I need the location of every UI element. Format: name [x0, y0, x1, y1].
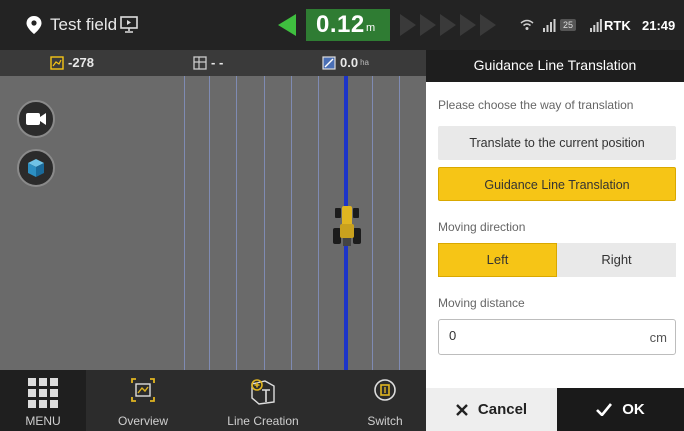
moving-distance-field[interactable]: cm — [438, 319, 676, 355]
rtk-label: RTK — [604, 18, 631, 33]
worked-area-icon — [322, 55, 336, 70]
cancel-label: Cancel — [477, 401, 528, 418]
offset-unit: m — [366, 22, 376, 34]
close-icon — [456, 403, 468, 416]
camera-icon — [26, 113, 46, 125]
satellite-signal-icon — [543, 19, 556, 32]
field-info: - - — [193, 55, 223, 70]
3d-view-button[interactable] — [17, 149, 55, 187]
cube-icon — [28, 159, 44, 177]
overview-label: Overview — [117, 414, 168, 428]
steer-right-indicator-icon — [400, 14, 500, 36]
ok-label: OK — [622, 401, 645, 418]
offset-readout: 0.12 m — [306, 9, 390, 41]
grid-menu-icon — [28, 378, 58, 408]
worked-area-value: 0.0 — [340, 55, 359, 70]
translation-prompt: Please choose the way of translation — [438, 98, 634, 112]
menu-button[interactable]: MENU — [0, 370, 86, 431]
line-creation-icon — [251, 379, 275, 405]
guidance-line-translation-option[interactable]: Guidance Line Translation — [438, 167, 676, 201]
area-info: -278 — [50, 55, 94, 70]
area-value: -278 — [68, 55, 95, 70]
switch-button[interactable]: Switch — [342, 370, 428, 431]
overview-button[interactable]: Overview — [100, 370, 186, 431]
menu-label: MENU — [25, 414, 61, 428]
steer-left-indicator-icon — [278, 14, 296, 36]
bottom-nav: MENU Overview Line Creation Switch — [0, 370, 426, 431]
translation-dialog: Guidance Line Translation Please choose … — [426, 50, 684, 431]
grid-icon — [193, 55, 207, 70]
field-value: - - — [211, 55, 224, 70]
tractor-icon — [333, 206, 361, 246]
ok-button[interactable]: OK — [557, 388, 684, 431]
switch-icon — [374, 379, 396, 401]
guidance-grid-line — [372, 76, 373, 370]
system-status: 25 RTK 21:49 — [520, 16, 680, 36]
guidance-grid-line — [209, 76, 210, 370]
rtk-signal-icon — [590, 19, 602, 32]
direction-left-button[interactable]: Left — [438, 243, 557, 277]
info-strip: -278 - - 0.0 ha — [0, 50, 426, 76]
field-name[interactable]: Test field — [50, 15, 117, 35]
guidance-grid-line — [318, 76, 319, 370]
translate-current-position-option[interactable]: Translate to the current position — [438, 126, 676, 160]
area-icon — [50, 55, 64, 70]
guidance-grid-line — [264, 76, 265, 370]
location-pin-icon — [26, 16, 42, 34]
guidance-grid-line — [184, 76, 185, 370]
offset-value: 0.12 — [316, 11, 365, 38]
status-bar: Test field 0.12 m 25 RTK 21:49 — [0, 0, 684, 50]
line-creation-button[interactable]: Line Creation — [220, 370, 306, 431]
switch-label: Switch — [367, 414, 403, 428]
moving-direction-label: Moving direction — [438, 220, 526, 234]
moving-distance-label: Moving distance — [438, 296, 525, 310]
field-map[interactable] — [0, 76, 426, 370]
overview-icon — [131, 378, 155, 402]
cancel-button[interactable]: Cancel — [426, 388, 557, 431]
satellite-count: 25 — [560, 19, 577, 31]
distance-input[interactable] — [449, 328, 629, 343]
monitor-icon[interactable] — [120, 16, 138, 33]
clock: 21:49 — [642, 18, 676, 33]
guidance-grid-line — [291, 76, 292, 370]
wifi-icon — [520, 19, 534, 30]
guidance-grid-line — [399, 76, 400, 370]
camera-button[interactable] — [17, 100, 55, 138]
guidance-grid-line — [236, 76, 237, 370]
check-icon — [596, 403, 613, 416]
distance-unit: cm — [649, 330, 667, 345]
line-creation-label: Line Creation — [227, 414, 299, 428]
direction-right-button[interactable]: Right — [557, 243, 676, 277]
worked-area-info: 0.0 ha — [322, 55, 369, 70]
dialog-title: Guidance Line Translation — [426, 50, 684, 82]
worked-area-unit: ha — [360, 58, 369, 67]
